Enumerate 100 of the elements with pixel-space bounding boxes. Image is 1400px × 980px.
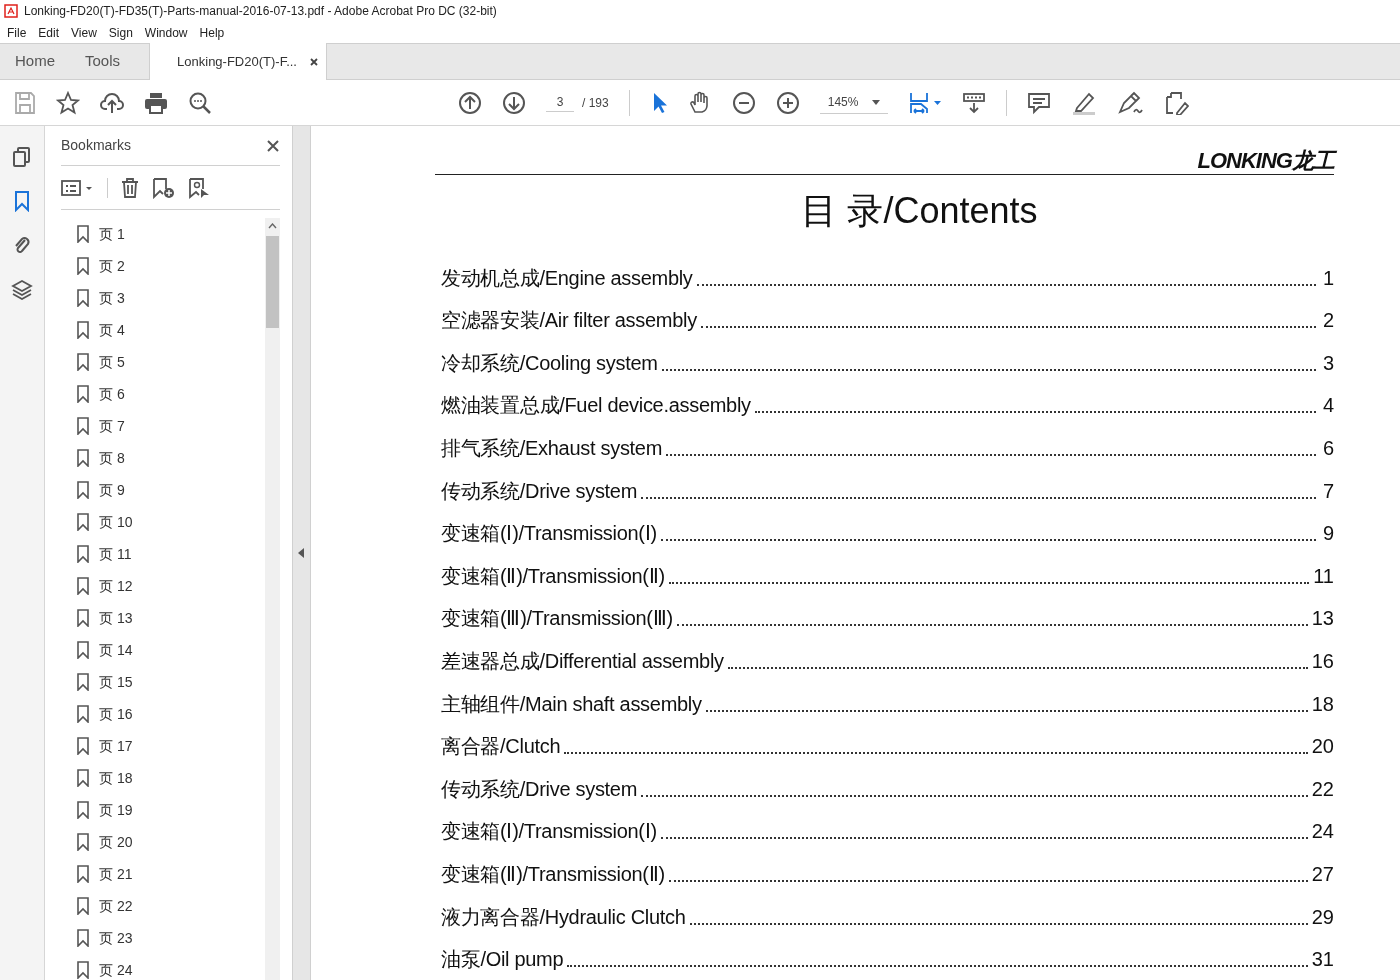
options-icon[interactable] [61, 178, 95, 197]
close-icon[interactable] [310, 57, 319, 66]
toc-entry[interactable]: 变速箱(Ⅱ)/Transmission(Ⅱ) [441, 565, 665, 586]
page-number[interactable]: 9 [1320, 523, 1334, 544]
scrollbar-thumb[interactable] [266, 236, 279, 328]
bookmark-item[interactable]: 页 11 [77, 538, 265, 570]
zoom-dropdown[interactable]: 145% [819, 91, 888, 114]
add-bookmark-icon[interactable] [152, 176, 176, 199]
page-number[interactable]: 24 [1311, 821, 1334, 842]
scroll-mode-icon[interactable] [961, 90, 986, 115]
bookmark-item[interactable]: 页 16 [77, 698, 265, 730]
bookmark-item[interactable]: 页 4 [77, 314, 265, 346]
menu-item[interactable]: Window [144, 23, 188, 42]
page-number[interactable]: 20 [1311, 736, 1334, 757]
bookmark-icon [77, 833, 89, 851]
print-icon[interactable] [144, 90, 168, 115]
bookmark-item[interactable]: 页 2 [77, 250, 265, 282]
page-number[interactable]: 27 [1311, 863, 1334, 884]
trash-icon[interactable] [120, 176, 140, 199]
arrow-down-circle-icon[interactable] [502, 90, 526, 115]
bookmark-item[interactable]: 页 8 [77, 442, 265, 474]
toc-entry[interactable]: 主轴组件/Main shaft assembly [441, 693, 702, 714]
toc-entry[interactable]: 变速箱(Ⅲ)/Transmission(Ⅲ) [441, 608, 673, 629]
pen-sign-icon[interactable] [1116, 90, 1143, 115]
page-number[interactable]: 7 [1320, 480, 1334, 501]
toc-entry[interactable]: 排气系统/Exhaust system [441, 437, 663, 458]
bookmark-item[interactable]: 页 23 [77, 922, 265, 954]
bookmark-item[interactable]: 页 14 [77, 634, 265, 666]
toc-entry[interactable]: 变速箱(Ⅰ)/Transmission(Ⅰ) [441, 523, 657, 544]
bookmark-item[interactable]: 页 7 [77, 410, 265, 442]
page-number[interactable]: 2 [1320, 310, 1334, 331]
page-number[interactable]: 18 [1311, 693, 1334, 714]
bookmark-item[interactable]: 页 5 [77, 346, 265, 378]
arrow-up-circle-icon[interactable] [458, 90, 482, 115]
bookmark-icon [77, 545, 89, 563]
bookmark-target-icon[interactable] [188, 176, 210, 199]
bookmark-icon [77, 225, 89, 243]
comment-icon[interactable] [1026, 90, 1051, 115]
bookmark-item[interactable]: 页 24 [77, 954, 265, 980]
toc-entry[interactable]: 变速箱(Ⅰ)/Transmission(Ⅰ) [441, 821, 657, 842]
toc-entry[interactable]: 传动系统/Drive system [441, 778, 638, 799]
paperclip-icon[interactable] [12, 234, 32, 256]
bookmark-item[interactable]: 页 20 [77, 826, 265, 858]
scrollbar[interactable] [265, 218, 280, 980]
tab[interactable]: Tools [70, 43, 136, 79]
page-number[interactable]: 16 [1311, 650, 1334, 671]
menu-item[interactable]: Help [199, 23, 225, 42]
menu-item[interactable]: Edit [38, 23, 60, 42]
menu-item[interactable]: File [7, 23, 27, 42]
bookmark-item[interactable]: 页 6 [77, 378, 265, 410]
bookmark-item[interactable]: 页 19 [77, 794, 265, 826]
toc-entry[interactable]: 发动机总成/Engine assembly [441, 267, 693, 288]
star-icon[interactable] [56, 90, 80, 115]
cloud-upload-icon[interactable] [100, 90, 124, 115]
page-number[interactable]: 31 [1311, 949, 1334, 970]
scroll-up-icon[interactable] [268, 223, 277, 229]
toc-entry[interactable]: 变速箱(Ⅱ)/Transmission(Ⅱ) [441, 863, 665, 884]
zoom-out-icon[interactable] [731, 90, 756, 115]
search-icon[interactable] [188, 90, 212, 115]
close-icon[interactable] [266, 138, 280, 153]
bookmark-item[interactable]: 页 13 [77, 602, 265, 634]
collapse-arrow-icon[interactable] [298, 548, 305, 558]
zoom-in-icon[interactable] [775, 90, 800, 115]
tab[interactable]: Home [0, 43, 70, 79]
toc-entry[interactable]: 离合器/Clutch [441, 736, 561, 757]
highlighter-icon[interactable] [1070, 90, 1097, 115]
toc-entry[interactable]: 液力离合器/Hydraulic Clutch [441, 906, 686, 927]
toc-entry[interactable]: 油泵/Oil pump [441, 949, 564, 970]
toc-entry[interactable]: 燃油装置总成/Fuel device.assembly [441, 395, 751, 416]
bookmark-item[interactable]: 页 17 [77, 730, 265, 762]
page-number[interactable]: 22 [1311, 778, 1334, 799]
pdf-app-icon [4, 4, 18, 18]
toc-entry[interactable]: 空滤器安装/Air filter assembly [441, 310, 697, 331]
page-number[interactable]: 4 [1320, 395, 1334, 416]
layers-icon[interactable] [11, 278, 33, 300]
toc-entry[interactable]: 冷却系统/Cooling system [441, 352, 658, 373]
fit-page-icon[interactable] [907, 90, 942, 115]
bookmark-item[interactable]: 页 9 [77, 474, 265, 506]
page-number-field[interactable]: 3 [546, 93, 574, 112]
bookmark-icon[interactable] [14, 190, 30, 212]
bookmark-item[interactable]: 页 1 [77, 218, 265, 250]
tab[interactable]: Lonking-FD20(T)-F... [149, 43, 328, 80]
bookmark-item[interactable]: 页 3 [77, 282, 265, 314]
bookmark-item[interactable]: 页 15 [77, 666, 265, 698]
page-number[interactable]: 29 [1311, 906, 1334, 927]
bookmark-item[interactable]: 页 22 [77, 890, 265, 922]
bookmark-item[interactable]: 页 12 [77, 570, 265, 602]
pages-icon[interactable] [12, 146, 32, 168]
page-number[interactable]: 6 [1320, 437, 1334, 458]
page-number[interactable]: 1 [1320, 267, 1334, 288]
bookmark-item[interactable]: 页 18 [77, 762, 265, 794]
page-number[interactable]: 3 [1320, 352, 1334, 373]
toc-entry[interactable]: 传动系统/Drive system [441, 480, 638, 501]
bookmark-item[interactable]: 页 10 [77, 506, 265, 538]
page-number[interactable]: 11 [1313, 565, 1334, 586]
toc-entry[interactable]: 差速器总成/Differential assembly [441, 650, 724, 671]
page-number[interactable]: 13 [1311, 608, 1334, 629]
menu-item[interactable]: View [71, 23, 97, 42]
menu-item[interactable]: Sign [108, 23, 133, 42]
bookmark-item[interactable]: 页 21 [77, 858, 265, 890]
